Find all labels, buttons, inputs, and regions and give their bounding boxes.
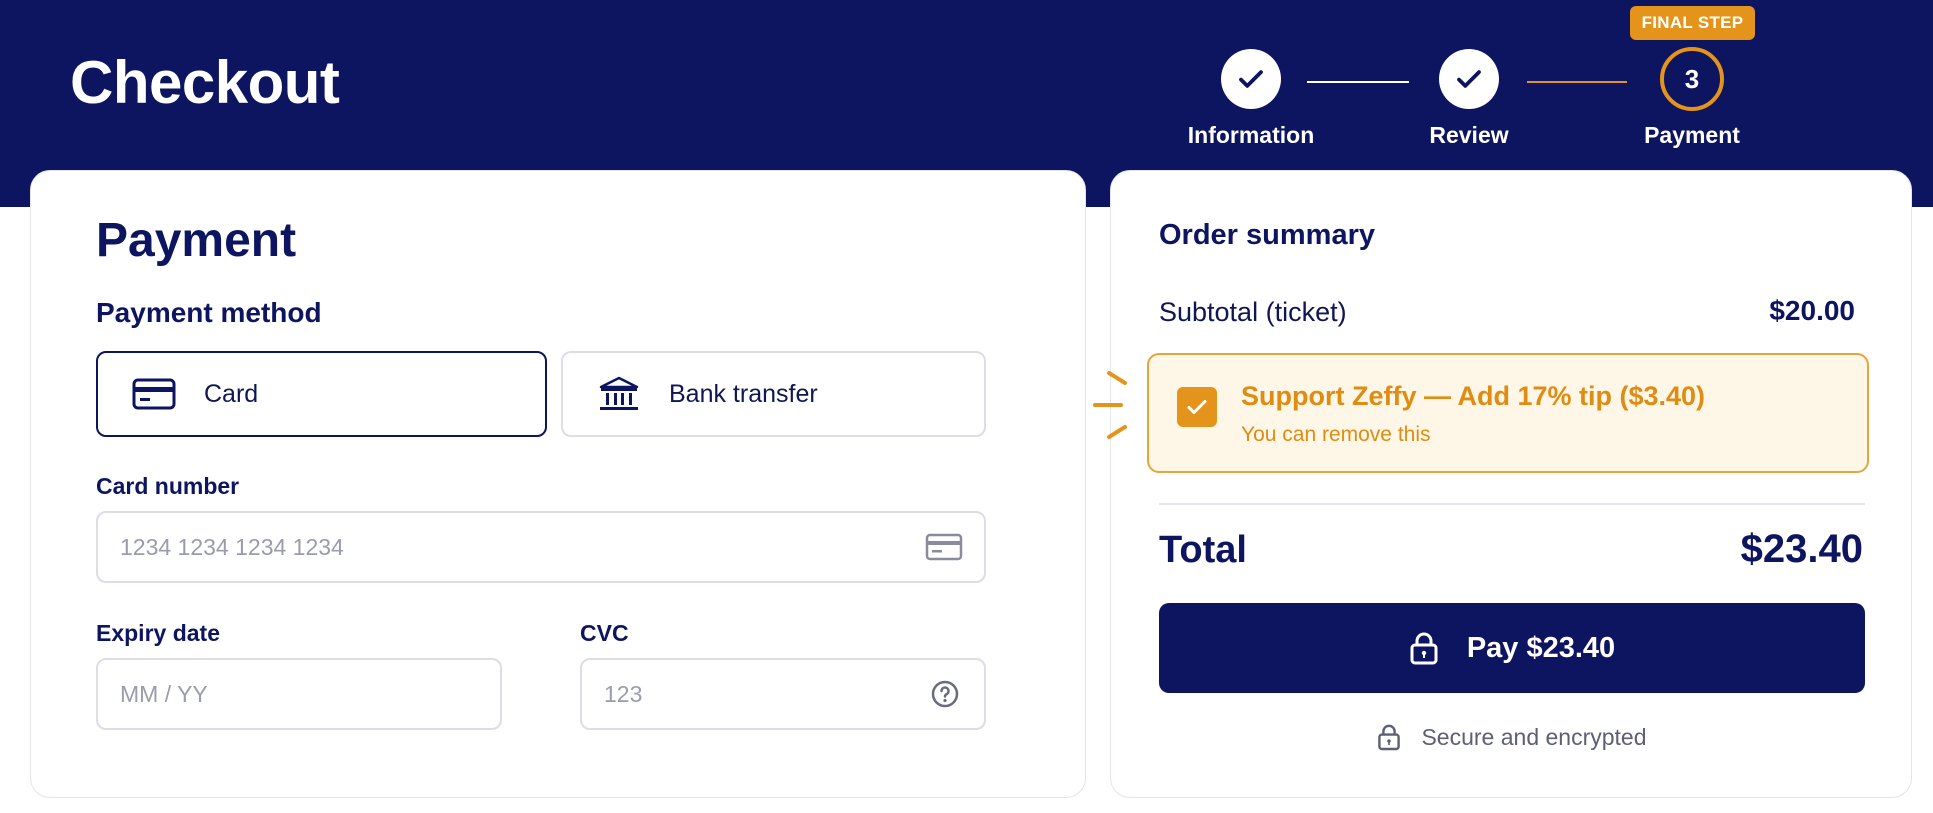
secure-text: Secure and encrypted <box>1421 723 1647 750</box>
tip-checkbox[interactable] <box>1177 387 1217 427</box>
tip-option[interactable]: Support Zeffy — Add 17% tip ($3.40) You … <box>1093 353 1869 473</box>
pay-button-label: Pay $23.40 <box>1466 631 1616 664</box>
pay-button[interactable]: Pay $23.40 <box>1159 603 1865 693</box>
credit-card-icon <box>132 376 176 412</box>
step-review-circle <box>1439 49 1499 109</box>
method-card-option[interactable]: Card <box>96 351 547 437</box>
card-number-label: Card number <box>96 473 240 499</box>
total-label: Total <box>1159 529 1247 571</box>
subtotal-value: $20.00 <box>1769 295 1855 326</box>
step-number: 3 <box>1684 63 1700 94</box>
step-connector <box>1307 81 1409 83</box>
cvc-input[interactable] <box>580 658 986 730</box>
step-payment-circle: 3 <box>1660 47 1724 111</box>
help-icon[interactable] <box>931 680 959 708</box>
check-icon <box>1457 70 1481 88</box>
bank-icon <box>597 376 641 412</box>
order-summary-panel: Order summary Subtotal (ticket) $20.00 S… <box>1093 170 1913 798</box>
method-bank-transfer-option[interactable]: Bank transfer <box>561 351 986 437</box>
subtotal-label: Subtotal (ticket) <box>1159 297 1347 327</box>
step-information-circle <box>1221 49 1281 109</box>
check-icon <box>1239 70 1263 88</box>
payment-title: Payment <box>96 214 297 267</box>
tip-subtitle: You can remove this <box>1241 423 1431 446</box>
total-value: $23.40 <box>1740 527 1863 571</box>
payment-panel: Payment Payment method Card Bank transfe… <box>30 170 1086 798</box>
order-summary-title: Order summary <box>1159 219 1375 251</box>
card-brand-icon <box>925 533 963 561</box>
payment-method-title: Payment method <box>96 297 322 328</box>
divider <box>1159 503 1865 505</box>
step-information-label: Information <box>1187 122 1315 148</box>
step-connector <box>1527 81 1627 83</box>
check-icon <box>1187 400 1207 414</box>
tip-title: Support Zeffy — Add 17% tip ($3.40) <box>1241 381 1706 411</box>
expiry-date-label: Expiry date <box>96 620 220 646</box>
expiry-date-input[interactable] <box>96 658 502 730</box>
step-payment-label: Payment <box>1644 122 1740 148</box>
method-card-label: Card <box>204 379 259 408</box>
card-number-input[interactable] <box>96 511 986 583</box>
lock-icon <box>1409 631 1439 665</box>
step-review-label: Review <box>1429 122 1509 148</box>
cvc-label: CVC <box>580 620 629 646</box>
final-step-badge: FINAL STEP <box>1630 6 1755 40</box>
secure-note: Secure and encrypted <box>1111 723 1913 751</box>
method-bank-transfer-label: Bank transfer <box>669 379 818 408</box>
lock-icon <box>1377 723 1401 751</box>
attention-burst-icon <box>1093 371 1127 439</box>
